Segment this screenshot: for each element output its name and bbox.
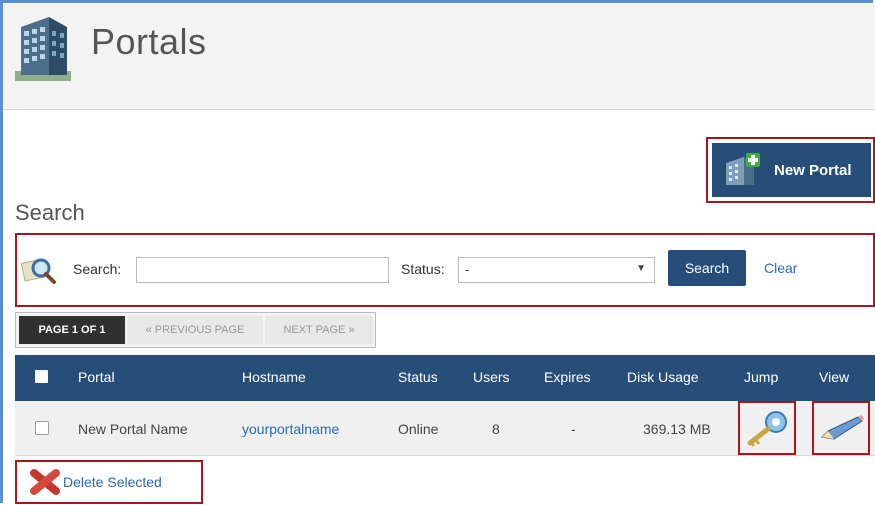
pagination-bar: PAGE 1 OF 1 « PREVIOUS PAGE NEXT PAGE » xyxy=(15,312,376,348)
new-portal-label: New Portal xyxy=(774,161,852,179)
column-header-view: View xyxy=(819,369,850,385)
column-header-status[interactable]: Status xyxy=(398,369,438,385)
chevron-down-icon: ▼ xyxy=(636,263,646,274)
page-title: Portals xyxy=(91,21,207,62)
cell-status: Online xyxy=(398,421,439,437)
office-building-icon xyxy=(15,17,71,81)
view-highlight xyxy=(812,401,870,455)
status-label: Status: xyxy=(401,261,445,277)
search-input[interactable] xyxy=(136,257,389,283)
delete-selected-button[interactable]: Delete Selected xyxy=(19,464,199,500)
clear-link[interactable]: Clear xyxy=(764,260,797,276)
magnifier-icon xyxy=(21,258,56,284)
column-header-expires[interactable]: Expires xyxy=(544,369,591,385)
cell-expires: - xyxy=(571,421,576,437)
delete-highlight: Delete Selected xyxy=(15,460,203,504)
key-icon[interactable] xyxy=(744,409,790,447)
column-header-jump: Jump xyxy=(744,369,779,385)
previous-page-button[interactable]: « PREVIOUS PAGE xyxy=(127,316,263,344)
add-building-icon xyxy=(726,153,760,185)
status-select-value: - xyxy=(465,262,470,277)
pencil-icon[interactable] xyxy=(818,413,866,443)
cell-hostname-link[interactable]: yourportalname xyxy=(242,421,339,437)
delete-x-icon xyxy=(30,469,60,495)
column-header-hostname[interactable]: Hostname xyxy=(242,369,306,385)
new-portal-highlight: New Portal xyxy=(706,137,875,203)
cell-portal: New Portal Name xyxy=(78,421,188,437)
page-indicator: PAGE 1 OF 1 xyxy=(19,316,125,344)
next-page-button[interactable]: NEXT PAGE » xyxy=(265,316,373,344)
table-header: Portal Hostname Status Users Expires Dis… xyxy=(15,355,875,401)
column-header-disk-usage[interactable]: Disk Usage xyxy=(627,369,699,385)
cell-users: 8 xyxy=(492,421,500,437)
select-all-checkbox[interactable] xyxy=(35,370,48,383)
jump-highlight xyxy=(738,401,796,455)
column-header-users[interactable]: Users xyxy=(473,369,510,385)
status-select[interactable]: - ▼ xyxy=(458,257,655,283)
delete-selected-label: Delete Selected xyxy=(63,474,162,490)
row-checkbox[interactable] xyxy=(35,421,49,435)
column-header-portal[interactable]: Portal xyxy=(78,369,115,385)
new-portal-button[interactable]: New Portal xyxy=(712,143,871,197)
search-label: Search: xyxy=(73,261,122,277)
search-button[interactable]: Search xyxy=(668,250,746,286)
page-header: Portals xyxy=(3,3,875,110)
search-section-title: Search xyxy=(15,200,85,225)
cell-disk-usage: 369.13 MB xyxy=(643,421,711,437)
